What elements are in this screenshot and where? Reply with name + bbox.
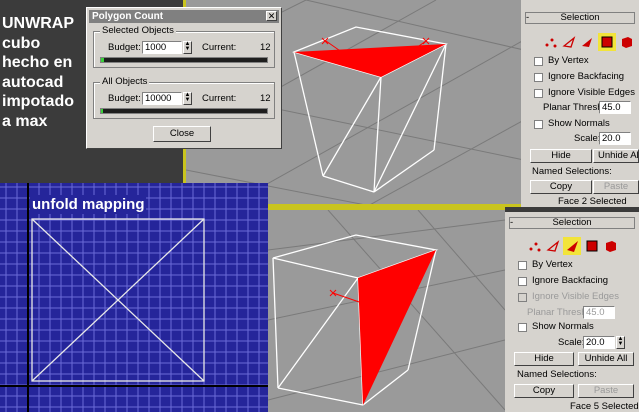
paste-button[interactable]: Paste xyxy=(578,384,634,398)
ignore-visible-edges-label: Ignore Visible Edges xyxy=(548,87,635,98)
polygon-count-dialog: Polygon Count ✕ Selected Objects Budget:… xyxy=(86,7,282,149)
selection-rollout-header-bottom[interactable]: - Selection xyxy=(509,217,635,229)
show-normals-checkbox[interactable] xyxy=(518,323,527,332)
selected-budget-label: Budget: xyxy=(108,42,141,53)
by-vertex-label: By Vertex xyxy=(548,55,589,66)
selected-objects-group: Selected Objects Budget: 1000 ▲ ▼ Current… xyxy=(93,25,275,68)
selection-title-bottom: Selection xyxy=(552,217,592,228)
ignore-backfacing-checkbox[interactable] xyxy=(518,277,527,286)
all-budget-label: Budget: xyxy=(108,93,141,104)
face-mode-icon[interactable] xyxy=(563,237,581,255)
planar-thresh-label: Planar Thresh: xyxy=(527,307,590,318)
element-mode-icon[interactable] xyxy=(603,238,619,254)
polygon-mode-icon[interactable] xyxy=(584,238,600,254)
selected-objects-title: Selected Objects xyxy=(100,25,176,36)
edge-mode-icon[interactable] xyxy=(545,238,561,254)
selected-face-top[interactable] xyxy=(294,44,446,77)
selection-panel-top: - Selection By Vertex Ignore Backfacing … xyxy=(521,0,639,207)
close-icon[interactable]: ✕ xyxy=(266,11,277,21)
caption-block: UNWRAP cubo hecho en autocad impotado a … xyxy=(0,0,86,183)
edge-mode-icon[interactable] xyxy=(561,34,577,50)
uv-island[interactable] xyxy=(31,218,205,382)
show-normals-checkbox[interactable] xyxy=(534,120,543,129)
by-vertex-checkbox[interactable] xyxy=(534,57,543,66)
selection-status: Face 5 Selected xyxy=(570,401,639,412)
scale-spinner[interactable]: ▲ ▼ xyxy=(616,336,625,349)
copy-button[interactable]: Copy xyxy=(514,384,574,398)
ignore-backfacing-label: Ignore Backfacing xyxy=(532,275,609,286)
ignore-visible-edges-checkbox[interactable] xyxy=(534,89,543,98)
face-mode-icon[interactable] xyxy=(579,34,595,50)
selected-progress-bar xyxy=(100,57,268,63)
scale-label: Scale: xyxy=(558,337,585,348)
hide-button[interactable]: Hide xyxy=(530,149,592,163)
show-normals-label: Show Normals xyxy=(548,118,610,129)
all-objects-group: All Objects Budget: 10000 ▲ ▼ Current: 12 xyxy=(93,76,275,119)
scale-input[interactable]: 20.0 xyxy=(599,132,631,145)
vertex-mode-icon[interactable] xyxy=(527,238,543,254)
selected-current-value: 12 xyxy=(260,42,271,53)
all-progress-bar xyxy=(100,108,268,114)
named-selections-label: Named Selections: xyxy=(532,166,612,177)
hide-button[interactable]: Hide xyxy=(514,352,574,366)
viewport-bottom-scene xyxy=(268,210,505,411)
caption-text: UNWRAP cubo hecho en autocad impotado a … xyxy=(2,15,74,130)
selection-status: Face 2 Selected xyxy=(558,196,627,207)
selected-progress-fill xyxy=(101,58,105,62)
dialog-titlebar[interactable]: Polygon Count ✕ xyxy=(89,10,279,23)
vertex-mode-icon[interactable] xyxy=(543,34,559,50)
all-progress-fill xyxy=(101,109,103,113)
uv-grid xyxy=(0,183,268,412)
dialog-title: Polygon Count xyxy=(92,11,164,22)
planar-thresh-label: Planar Thresh: xyxy=(543,102,606,113)
selected-current-label: Current: xyxy=(202,42,237,53)
all-current-label: Current: xyxy=(202,93,237,104)
paste-button[interactable]: Paste xyxy=(593,180,639,194)
selection-rollout-header[interactable]: - Selection xyxy=(525,12,635,24)
all-objects-title: All Objects xyxy=(100,76,150,87)
planar-thresh-input[interactable]: 45.0 xyxy=(599,101,631,114)
ignore-visible-edges-checkbox[interactable] xyxy=(518,293,527,302)
show-normals-label: Show Normals xyxy=(532,321,594,332)
by-vertex-label: By Vertex xyxy=(532,259,573,270)
all-budget-spinner[interactable]: ▲ ▼ xyxy=(183,92,192,105)
selection-panel-bottom: - Selection By Vertex Ignore Backfacing … xyxy=(505,212,639,412)
viewport-bottom[interactable] xyxy=(268,207,505,412)
uv-editor[interactable]: unfold mapping xyxy=(0,183,268,412)
selected-budget-input[interactable]: 1000 xyxy=(142,41,182,54)
all-current-value: 12 xyxy=(260,93,271,104)
ignore-backfacing-checkbox[interactable] xyxy=(534,73,543,82)
selection-title: Selection xyxy=(560,12,600,23)
polygon-mode-icon[interactable] xyxy=(598,33,616,51)
named-selections-label: Named Selections: xyxy=(517,369,597,380)
selected-budget-spinner[interactable]: ▲ ▼ xyxy=(183,41,192,54)
by-vertex-checkbox[interactable] xyxy=(518,261,527,270)
copy-button[interactable]: Copy xyxy=(530,180,592,194)
uv-editor-label: unfold mapping xyxy=(30,195,147,214)
all-budget-input[interactable]: 10000 xyxy=(142,92,182,105)
element-mode-icon[interactable] xyxy=(619,34,635,50)
scale-label: Scale: xyxy=(574,133,601,144)
scale-input[interactable]: 20.0 xyxy=(583,336,615,349)
ignore-backfacing-label: Ignore Backfacing xyxy=(548,71,625,82)
ignore-visible-edges-label: Ignore Visible Edges xyxy=(532,291,619,302)
planar-thresh-input[interactable]: 45.0 xyxy=(583,306,615,319)
close-button[interactable]: Close xyxy=(153,126,211,142)
unhide-all-button[interactable]: Unhide All xyxy=(593,149,639,163)
unhide-all-button[interactable]: Unhide All xyxy=(578,352,634,366)
